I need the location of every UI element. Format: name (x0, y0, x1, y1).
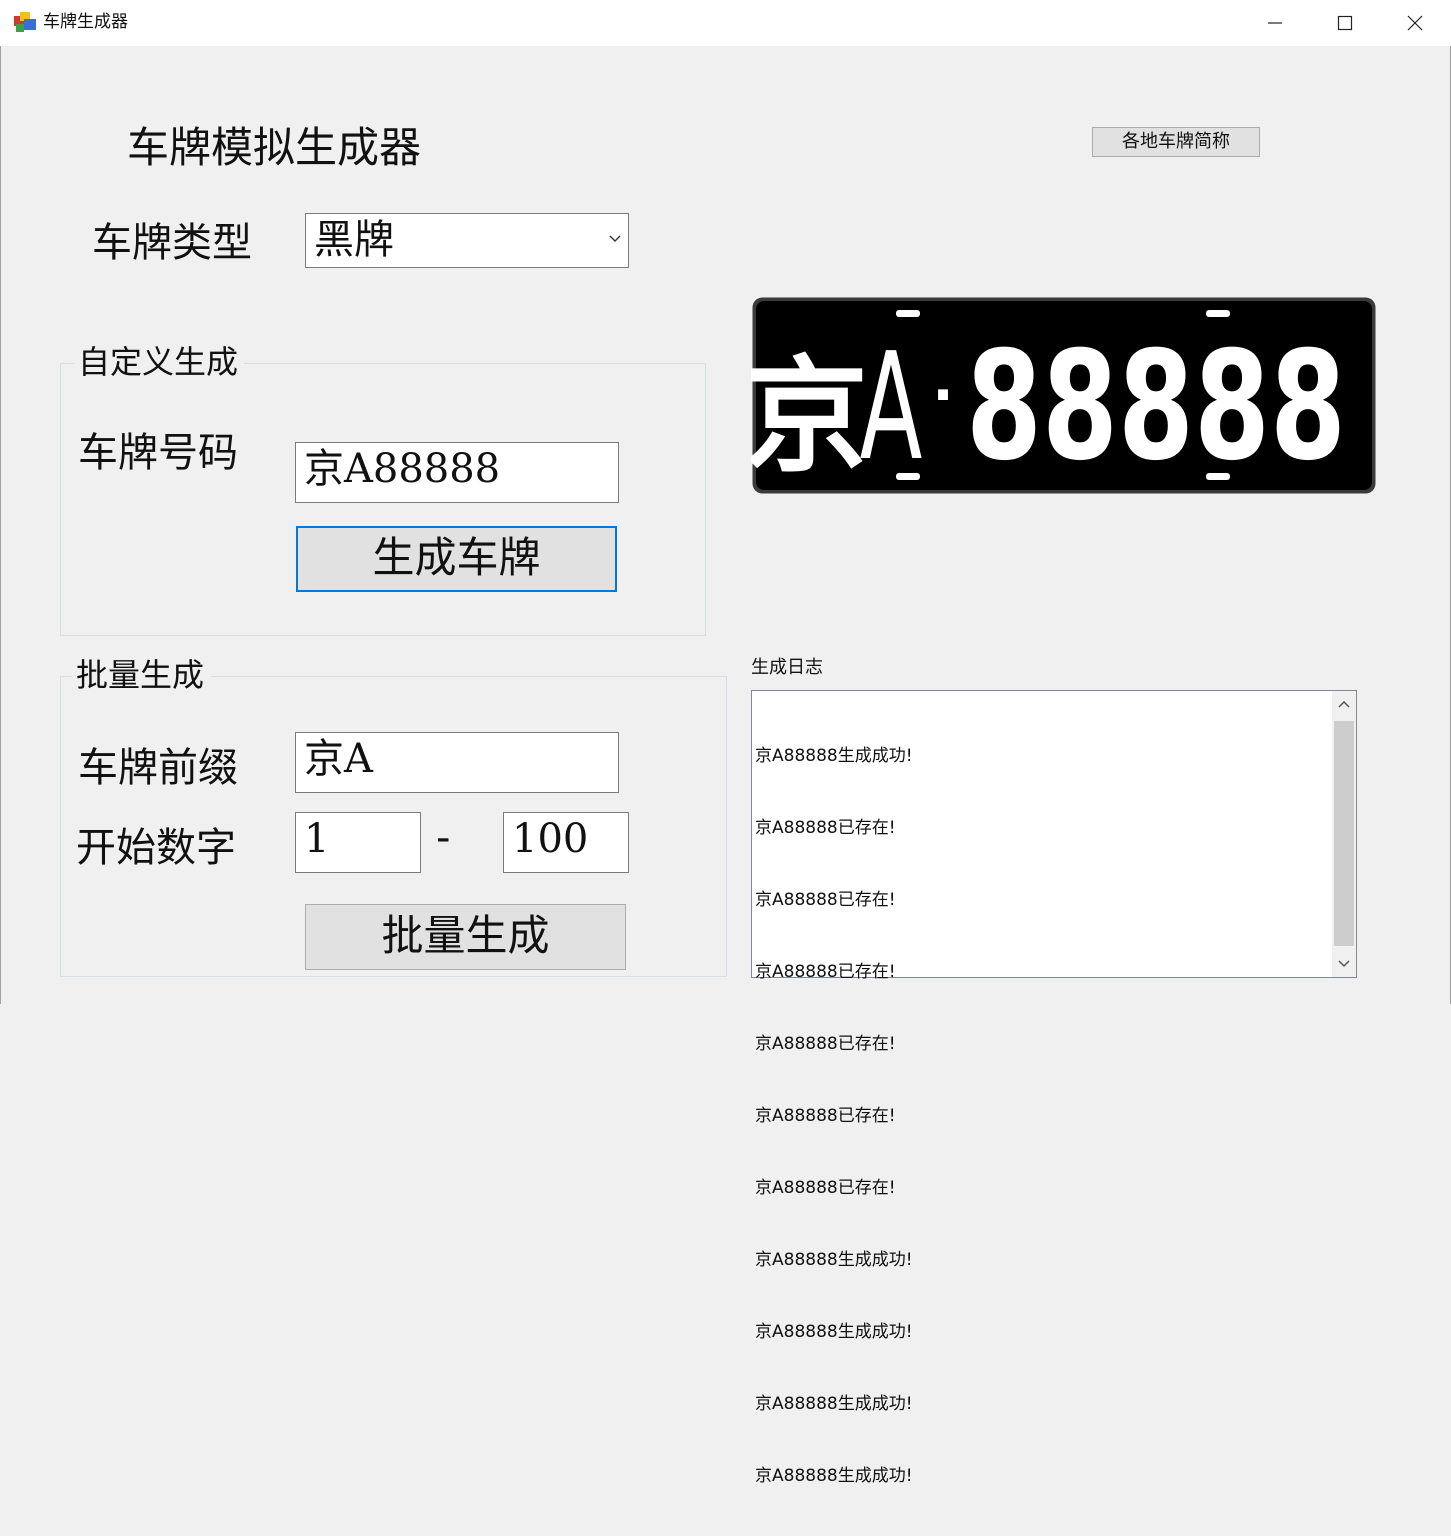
plate-separator-dot: · (932, 363, 953, 428)
window-title: 车牌生成器 (43, 12, 128, 32)
scroll-up-button[interactable] (1332, 691, 1356, 719)
log-line: 京A88888已存在! (755, 818, 896, 838)
log-line: 京A88888生成成功! (755, 1466, 913, 1486)
plate-number-label: 车牌号码 (78, 430, 238, 476)
rivet-mark (896, 310, 920, 317)
log-label: 生成日志 (751, 657, 823, 678)
province-abbreviations-button[interactable]: 各地车牌简称 (1092, 127, 1260, 157)
scroll-thumb[interactable] (1334, 721, 1354, 946)
scroll-down-button[interactable] (1332, 949, 1356, 977)
plate-prefix-label: 车牌前缀 (78, 745, 238, 791)
end-number-input[interactable]: 100 (503, 812, 629, 873)
plate-letter: A (860, 322, 923, 494)
generate-plate-button[interactable]: 生成车牌 (296, 526, 617, 592)
plate-prefix-input[interactable]: 京A (295, 732, 619, 793)
chevron-up-icon (1338, 700, 1350, 708)
batch-group-legend: 批量生成 (72, 655, 211, 695)
page-title: 车牌模拟生成器 (127, 123, 422, 172)
log-line: 京A88888生成成功! (755, 1250, 913, 1270)
log-line: 京A88888已存在! (755, 1106, 896, 1126)
close-icon (1407, 15, 1423, 31)
title-bar (0, 0, 1451, 46)
minimize-button[interactable] (1240, 0, 1310, 46)
custom-group-legend: 自定义生成 (74, 342, 245, 382)
minimize-icon (1268, 22, 1282, 24)
log-line: 京A88888生成成功! (755, 1394, 913, 1414)
log-textbox[interactable]: 京A88888生成成功! 京A88888已存在! 京A88888已存在! 京A8… (751, 690, 1357, 1486)
maximize-button[interactable] (1310, 0, 1380, 46)
log-scrollbar[interactable] (1332, 691, 1356, 977)
log-line: 京A88888已存在! (755, 1178, 896, 1198)
start-number-input[interactable]: 1 (295, 812, 421, 873)
chevron-down-icon (1338, 960, 1350, 968)
batch-generate-button[interactable]: 批量生成 (305, 904, 626, 970)
rivet-mark (1206, 310, 1230, 317)
start-number-label: 开始数字 (76, 825, 236, 871)
app-icon (14, 12, 36, 32)
plate-preview-image: 京 A · 88888 (751, 297, 1376, 494)
log-line: 京A88888生成成功! (755, 746, 913, 766)
plate-type-selected: 黑牌 (314, 217, 394, 263)
plate-province-char: 京 (751, 345, 868, 489)
window-border-left (0, 46, 1, 1004)
plate-number-input[interactable]: 京A88888 (295, 442, 619, 503)
log-line: 京A88888已存在! (755, 890, 896, 910)
log-line: 京A88888生成成功! (755, 1322, 913, 1342)
close-button[interactable] (1380, 0, 1450, 46)
plate-digits: 88888 (966, 320, 1346, 494)
plate-type-label: 车牌类型 (92, 220, 252, 266)
plate-type-select[interactable]: 黑牌 (305, 213, 629, 268)
log-lines: 京A88888生成成功! 京A88888已存在! 京A88888已存在! 京A8… (755, 696, 913, 1536)
log-line: 京A88888已存在! (755, 1034, 896, 1054)
maximize-icon (1337, 15, 1353, 31)
chevron-down-icon (609, 235, 621, 242)
log-line: 京A88888已存在! (755, 962, 896, 982)
range-separator: - (436, 815, 451, 861)
